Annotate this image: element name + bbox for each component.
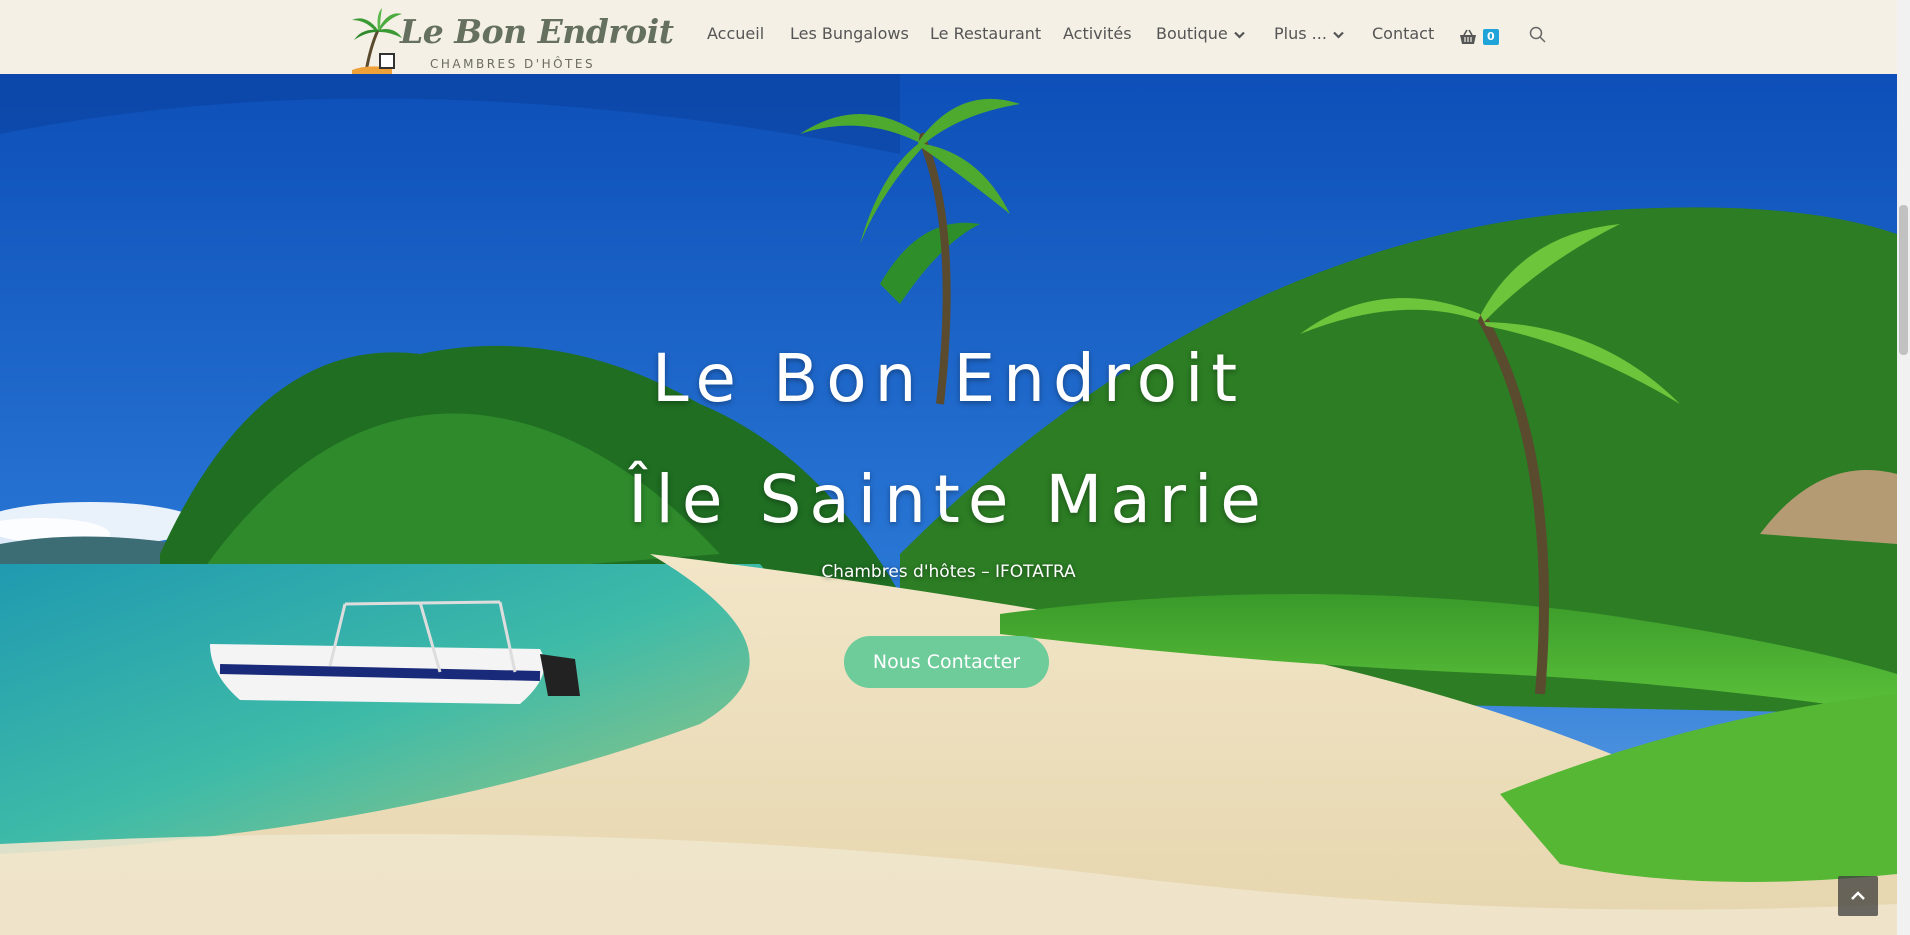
- page-scrollbar[interactable]: [1897, 0, 1910, 935]
- nav-item-accueil[interactable]: Accueil: [707, 24, 764, 43]
- nav-item-bungalows[interactable]: Les Bungalows: [790, 24, 909, 43]
- search-icon[interactable]: [1529, 26, 1546, 43]
- chevron-up-icon: [1851, 891, 1865, 900]
- chevron-down-icon: [1233, 31, 1245, 39]
- nav-item-plus-label: Plus ...: [1274, 24, 1327, 43]
- contact-button[interactable]: Nous Contacter: [844, 636, 1049, 688]
- back-to-top-button[interactable]: [1838, 876, 1878, 916]
- site-header: Le Bon Endroit CHAMBRES D'HÔTES Accueil …: [0, 0, 1910, 74]
- nav-item-contact[interactable]: Contact: [1372, 24, 1434, 43]
- cart-count-badge: 0: [1483, 29, 1499, 45]
- hero-subtitle-large: Île Sainte Marie: [628, 461, 1269, 538]
- hero-section: Le Bon Endroit Île Sainte Marie Chambres…: [0, 74, 1897, 935]
- nav-item-boutique-label: Boutique: [1156, 24, 1228, 43]
- nav-item-restaurant[interactable]: Le Restaurant: [930, 24, 1041, 43]
- nav-item-plus[interactable]: Plus ...: [1274, 24, 1344, 43]
- scrollbar-thumb[interactable]: [1899, 205, 1908, 355]
- nav-item-boutique[interactable]: Boutique: [1156, 24, 1245, 43]
- shopping-basket-icon: [1460, 29, 1476, 44]
- hero-subtitle-small: Chambres d'hôtes – IFOTATRA: [821, 562, 1076, 582]
- nav-item-activites[interactable]: Activités: [1063, 24, 1132, 43]
- chevron-down-icon: [1333, 31, 1344, 39]
- main-navigation: Accueil Les Bungalows Le Restaurant Acti…: [0, 0, 1910, 74]
- hero-title: Le Bon Endroit: [651, 340, 1246, 417]
